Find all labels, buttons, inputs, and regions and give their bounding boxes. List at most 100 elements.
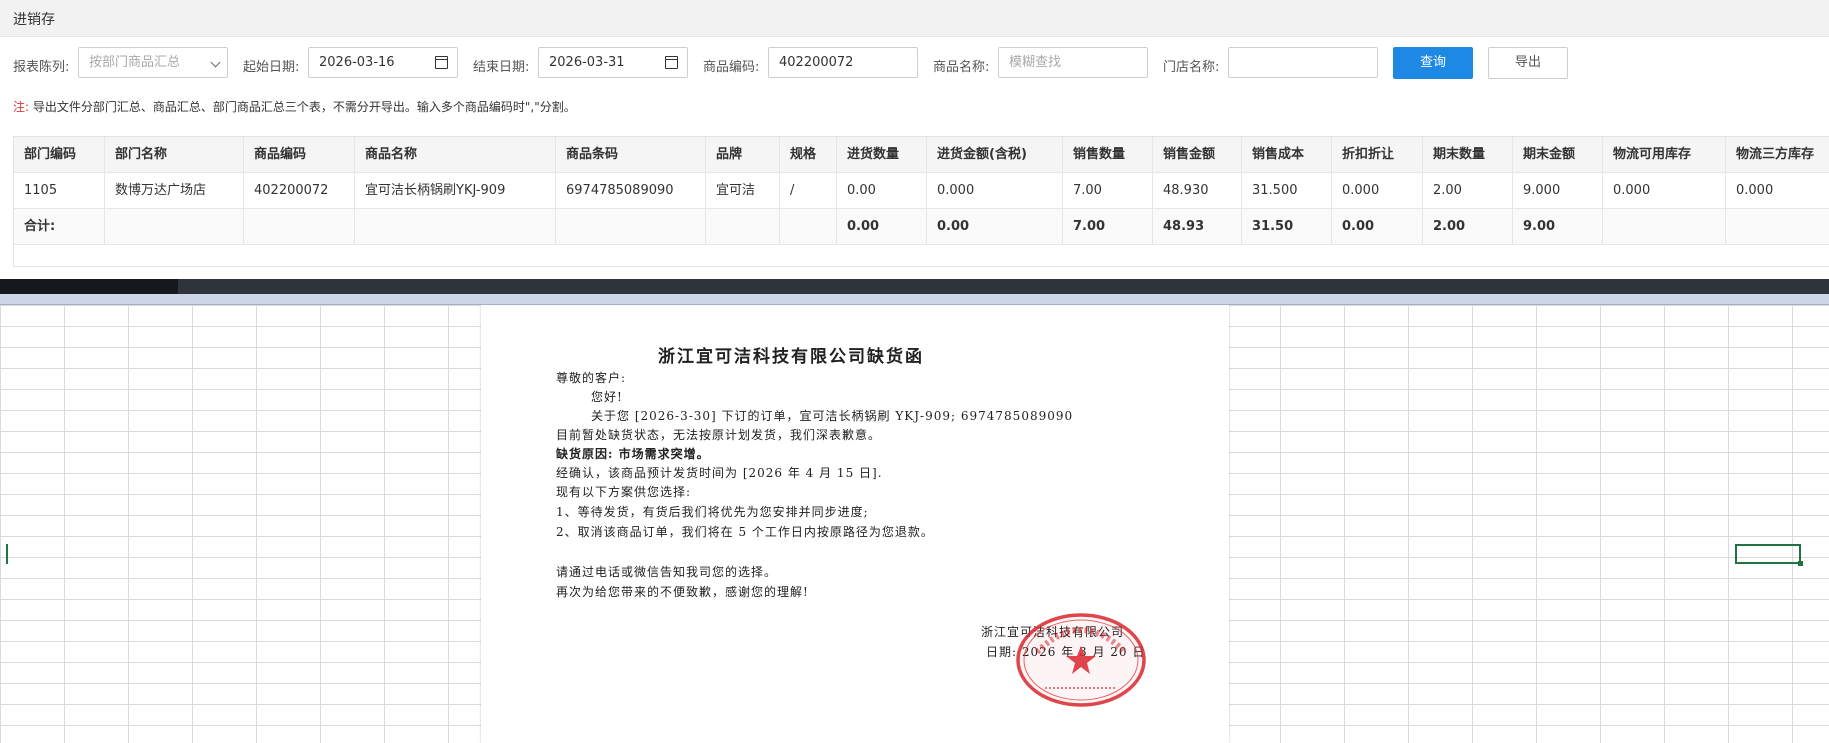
row-marker — [6, 544, 8, 564]
letter-apology: 再次为给您带来的不便致歉，感谢您的理解! — [556, 585, 809, 599]
column-header-product-name[interactable]: 商品名称 — [355, 137, 556, 173]
table-row-cell-dept-code[interactable]: 1105 — [14, 173, 105, 209]
table-row-cell-dept-name[interactable]: 数博万达广场店 — [105, 173, 244, 209]
start-date-input[interactable]: 2026-03-16 — [308, 47, 458, 78]
chevron-down-icon — [210, 57, 221, 68]
table-row-cell-spec[interactable]: / — [780, 173, 837, 209]
report-page: 进销存 报表陈列: 按部门商品汇总 起始日期: 2026-03-16 结束日期:… — [0, 0, 1829, 279]
table-row-cell-ending-qty[interactable]: 2.00 — [1423, 173, 1513, 209]
column-header-brand[interactable]: 品牌 — [706, 137, 780, 173]
total-row-cell-ending-amount: 9.00 — [1513, 209, 1603, 245]
calendar-icon[interactable] — [435, 56, 448, 69]
end-date-value: 2026-03-31 — [549, 55, 625, 70]
table-row-cell-sales-amount[interactable]: 48.930 — [1153, 173, 1242, 209]
letter-reason: 缺货原因: 市场需求突增。 — [556, 447, 710, 461]
table-row-cell-purchase-amount[interactable]: 0.000 — [927, 173, 1063, 209]
column-header-barcode[interactable]: 商品条码 — [556, 137, 706, 173]
total-row-cell-product-code — [244, 209, 355, 245]
letter-options-intro: 现有以下方案供您选择: — [556, 485, 692, 499]
product-name-input[interactable]: 模糊查找 — [998, 47, 1148, 78]
report-type-select[interactable]: 按部门商品汇总 — [78, 47, 228, 78]
spreadsheet-area[interactable]: 浙江宜可洁科技有限公司缺货函 尊敬的客户: 您好! 关于您 [2026-3-30… — [0, 305, 1829, 743]
total-row-cell-dept-code: 合计: — [14, 209, 105, 245]
total-row-cell-spec — [780, 209, 837, 245]
total-row-cell-barcode — [556, 209, 706, 245]
table-row-cell-brand[interactable]: 宜可洁 — [706, 173, 780, 209]
letter-option-1: 1、等待发货，有货后我们将优先为您安排并同步进度; — [556, 505, 869, 519]
total-row-cell-discount: 0.00 — [1332, 209, 1423, 245]
table-row-cell-barcode[interactable]: 6974785089090 — [556, 173, 706, 209]
total-row-cell-sales-cost: 31.50 — [1242, 209, 1332, 245]
toolbar-strip-left — [0, 279, 178, 294]
calendar-icon[interactable] — [665, 56, 678, 69]
report-type-label: 报表陈列: — [13, 60, 70, 75]
letter-line-1: 关于您 [2026-3-30] 下订的订单，宜可洁长柄锅刷 YKJ-909; 6… — [591, 409, 1074, 423]
table-row-cell-logistics-stock[interactable]: 0.000 — [1603, 173, 1726, 209]
column-header-third-party-stock[interactable]: 物流三方库存 — [1726, 137, 1829, 173]
column-header-dept-name[interactable]: 部门名称 — [105, 137, 244, 173]
export-note: 注: 导出文件分部门汇总、商品汇总、部门商品汇总三个表，不需分开导出。输入多个商… — [13, 98, 576, 115]
table-row-cell-sales-cost[interactable]: 31.500 — [1242, 173, 1332, 209]
table-row-cell-purchase-qty[interactable]: 0.00 — [837, 173, 927, 209]
total-row-cell-third-party-stock — [1726, 209, 1829, 245]
table-row-cell-ending-amount[interactable]: 9.000 — [1513, 173, 1603, 209]
product-code-label: 商品编码: — [703, 60, 760, 75]
letter-confirm: 经确认，该商品预计发货时间为 [2026 年 4 月 15 日]. — [556, 466, 883, 480]
product-name-label: 商品名称: — [933, 60, 990, 75]
note-prefix: 注: — [13, 100, 30, 114]
table-row-cell-discount[interactable]: 0.000 — [1332, 173, 1423, 209]
letter-salutation: 尊敬的客户: — [556, 371, 627, 385]
total-row-cell-logistics-stock — [1603, 209, 1726, 245]
store-name-label: 门店名称: — [1163, 60, 1220, 75]
inventory-table: 部门编码 部门名称 商品编码 商品名称 商品条码 品牌 规格 进货数量 进货金额(含税) 销售数量… — [13, 136, 1829, 267]
note-text: 导出文件分部门汇总、商品汇总、部门商品汇总三个表，不需分开导出。输入多个商品编码… — [32, 100, 576, 114]
end-date-input[interactable]: 2026-03-31 — [538, 47, 688, 78]
column-header-ending-amount[interactable]: 期末金额 — [1513, 137, 1603, 173]
total-row-cell-brand — [706, 209, 780, 245]
start-date-value: 2026-03-16 — [319, 55, 395, 70]
store-name-input[interactable] — [1228, 47, 1378, 78]
selected-cell[interactable] — [1735, 544, 1803, 566]
letter-greeting: 您好! — [591, 390, 623, 404]
column-header-ending-qty[interactable]: 期末数量 — [1423, 137, 1513, 173]
total-row-cell-ending-qty: 2.00 — [1423, 209, 1513, 245]
column-header-purchase-qty[interactable]: 进货数量 — [837, 137, 927, 173]
page-title: 进销存 — [13, 12, 55, 28]
column-header-sales-qty[interactable]: 销售数量 — [1063, 137, 1153, 173]
column-header-purchase-amount[interactable]: 进货金额(含税) — [927, 137, 1063, 173]
end-date-label: 结束日期: — [473, 60, 530, 75]
shortage-letter-image: 浙江宜可洁科技有限公司缺货函 尊敬的客户: 您好! 关于您 [2026-3-30… — [481, 305, 1229, 743]
table-row-cell-sales-qty[interactable]: 7.00 — [1063, 173, 1153, 209]
column-header-spec[interactable]: 规格 — [780, 137, 837, 173]
column-header-product-code[interactable]: 商品编码 — [244, 137, 355, 173]
app-toolbar-strip — [0, 279, 1829, 294]
total-row-cell-sales-qty: 7.00 — [1063, 209, 1153, 245]
product-code-input[interactable]: 402200072 — [768, 47, 918, 78]
table-row-cell-product-name[interactable]: 宜可洁长柄锅刷YKJ-909 — [355, 173, 556, 209]
total-row-cell-product-name — [355, 209, 556, 245]
company-seal-icon — [1016, 613, 1146, 707]
column-header-discount[interactable]: 折扣折让 — [1332, 137, 1423, 173]
toolbar-strip-band — [178, 279, 1829, 294]
report-type-value: 按部门商品汇总 — [89, 55, 181, 70]
product-code-value: 402200072 — [779, 55, 854, 70]
column-header-sales-cost[interactable]: 销售成本 — [1242, 137, 1332, 173]
letter-contact: 请通过电话或微信告知我司您的选择。 — [556, 565, 778, 579]
column-header-dept-code[interactable]: 部门编码 — [14, 137, 105, 173]
letter-title: 浙江宜可洁科技有限公司缺货函 — [658, 347, 924, 367]
sheet-header-bar — [0, 294, 1829, 305]
product-name-placeholder: 模糊查找 — [1009, 55, 1062, 70]
column-header-logistics-stock[interactable]: 物流可用库存 — [1603, 137, 1726, 173]
total-row-cell-purchase-amount: 0.00 — [927, 209, 1063, 245]
start-date-label: 起始日期: — [243, 60, 300, 75]
letter-option-2: 2、取消该商品订单，我们将在 5 个工作日内按原路径为您退款。 — [556, 525, 934, 539]
total-row-cell-purchase-qty: 0.00 — [837, 209, 927, 245]
column-header-sales-amount[interactable]: 销售金额 — [1153, 137, 1242, 173]
title-bar: 进销存 — [0, 0, 1829, 37]
total-row-cell-dept-name — [105, 209, 244, 245]
total-row-cell-sales-amount: 48.93 — [1153, 209, 1242, 245]
table-row-cell-third-party-stock[interactable]: 0.000 — [1726, 173, 1829, 209]
query-button[interactable]: 查询 — [1393, 47, 1473, 79]
table-row-cell-product-code[interactable]: 402200072 — [244, 173, 355, 209]
export-button[interactable]: 导出 — [1488, 47, 1568, 79]
